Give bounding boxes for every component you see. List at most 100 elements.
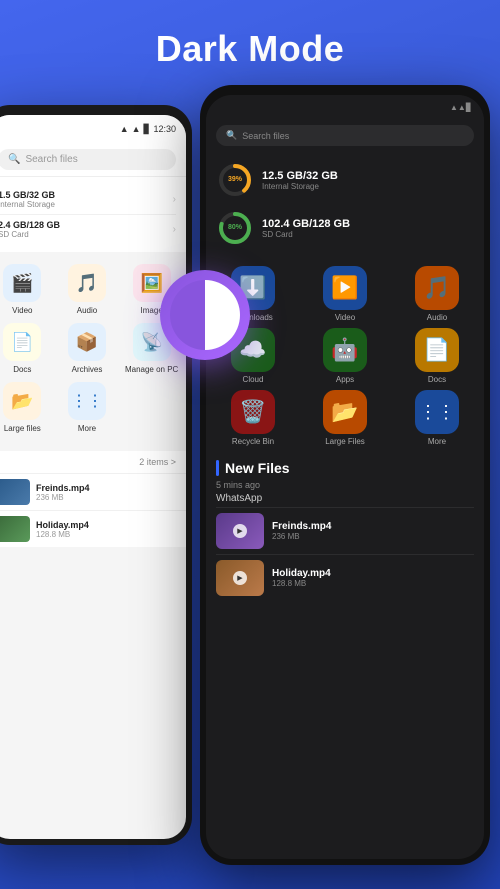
status-icons: ▲ ▲ ▊ 12:30 [120, 124, 176, 135]
left-icon-audio[interactable]: 🎵 Audio [59, 264, 116, 315]
left-storage-internal[interactable]: 1.5 GB/32 GB Internal Storage › [0, 185, 176, 215]
new-files-title: New Files [216, 460, 474, 476]
right-large-icon: 📂 [331, 399, 358, 425]
right-audio-box: 🎵 [415, 266, 459, 310]
svg-text:39%: 39% [228, 176, 243, 183]
left-video-icon: 🎬 [11, 273, 33, 294]
battery-icon: ▊ [144, 124, 151, 135]
left-storage-sd-sub: SD Card [0, 230, 60, 239]
right-status-icons: ▲▲▊ [450, 103, 472, 112]
right-storage-sd[interactable]: 80% 102.4 GB/128 GB SD Card [216, 204, 474, 252]
right-docs-icon: 📄 [423, 337, 450, 363]
whatsapp-group-label: WhatsApp [216, 493, 474, 504]
left-video-label: Video [12, 306, 32, 315]
right-search-bar[interactable]: 🔍 Search files [206, 119, 484, 152]
right-icon-large-files[interactable]: 📂 Large Files [302, 390, 388, 446]
left-filesize-2: 128.8 MB [36, 530, 89, 539]
left-recent-section: 2 items > Freinds.mp4 236 MB Holiday.mp4… [0, 451, 186, 547]
right-video-label: Video [335, 313, 355, 322]
left-docs-icon: 📄 [11, 332, 33, 353]
right-icons-grid: ⬇️ Downloads ▶️ Video 🎵 Audio ☁️ [206, 260, 484, 452]
left-storage-sd-label: 2.4 GB/128 GB [0, 220, 60, 230]
right-icon-docs[interactable]: 📄 Docs [394, 328, 480, 384]
right-icon-apps[interactable]: 🤖 Apps [302, 328, 388, 384]
left-file-item-1[interactable]: Freinds.mp4 236 MB [0, 473, 186, 510]
left-icons-grid: 🎬 Video 🎵 Audio 🖼️ Image 📄 Do [0, 252, 186, 445]
left-archives-icon: 📦 [76, 332, 98, 353]
main-title: Dark Mode [0, 28, 500, 70]
right-donut-internal: 39% [216, 161, 254, 199]
screen-left: ▲ ▲ ▊ 12:30 🔍 Search files 1.5 GB/32 GB … [0, 115, 186, 839]
left-image-icon: 🖼️ [140, 273, 162, 294]
right-recycle-icon: 🗑️ [239, 399, 266, 425]
right-internal-label: 12.5 GB/32 GB [262, 170, 338, 182]
wifi-icon: ▲ [132, 124, 141, 134]
left-search-inner[interactable]: 🔍 Search files [0, 149, 176, 170]
left-icon-archives[interactable]: 📦 Archives [59, 323, 116, 374]
right-storage-internal[interactable]: 39% 12.5 GB/32 GB Internal Storage [216, 156, 474, 204]
right-file-item-2[interactable]: ▶ Holiday.mp4 128.8 MB [216, 554, 474, 601]
right-video-box: ▶️ [323, 266, 367, 310]
left-thumb-2 [0, 516, 30, 542]
right-cloud-label: Cloud [243, 375, 264, 384]
left-status-bar: ▲ ▲ ▊ 12:30 [0, 115, 186, 143]
search-placeholder-left: Search files [25, 154, 77, 165]
right-storage-section: 39% 12.5 GB/32 GB Internal Storage 80% 1… [206, 152, 484, 260]
play-button-2[interactable]: ▶ [233, 571, 247, 585]
left-thumb-1 [0, 479, 30, 505]
left-storage-internal-sub: Internal Storage [0, 200, 55, 209]
signal-icon: ▲ [120, 124, 129, 134]
right-audio-label: Audio [427, 313, 447, 322]
left-archives-icon-box: 📦 [68, 323, 106, 361]
left-large-icon: 📂 [11, 391, 33, 412]
right-search-inner[interactable]: 🔍 Search files [216, 125, 474, 146]
left-recent-header[interactable]: 2 items > [0, 451, 186, 473]
right-icon-more[interactable]: ⋮⋮ More [394, 390, 480, 446]
left-icon-more[interactable]: ⋮⋮ More [59, 382, 116, 433]
left-file-item-2[interactable]: Holiday.mp4 128.8 MB [0, 510, 186, 547]
right-icon-video[interactable]: ▶️ Video [302, 266, 388, 322]
right-filename-1: Freinds.mp4 [272, 521, 331, 532]
right-file-item-1[interactable]: ▶ Freinds.mp4 236 MB [216, 507, 474, 554]
new-files-accent [216, 460, 219, 476]
right-internal-sub: Internal Storage [262, 182, 338, 191]
left-file-info-2: Holiday.mp4 128.8 MB [36, 520, 89, 539]
right-cloud-icon: ☁️ [239, 337, 266, 363]
new-files-section: New Files 5 mins ago WhatsApp ▶ Freinds.… [206, 452, 484, 605]
left-storage-sd[interactable]: 2.4 GB/128 GB SD Card › [0, 215, 176, 244]
play-button-1[interactable]: ▶ [233, 524, 247, 538]
left-archives-label: Archives [72, 365, 103, 374]
right-thumb-1: ▶ [216, 513, 264, 549]
time-display: 12:30 [153, 124, 176, 134]
right-recycle-label: Recycle Bin [232, 437, 274, 446]
left-icon-large-files[interactable]: 📂 Large files [0, 382, 51, 433]
right-file-info-1: Freinds.mp4 236 MB [272, 521, 331, 541]
left-search-bar[interactable]: 🔍 Search files [0, 143, 186, 177]
left-file-info-1: Freinds.mp4 236 MB [36, 483, 90, 502]
theme-orb-inner [170, 280, 240, 350]
left-more-label: More [78, 424, 96, 433]
left-filename-1: Freinds.mp4 [36, 483, 90, 493]
left-icon-docs[interactable]: 📄 Docs [0, 323, 51, 374]
right-docs-label: Docs [428, 375, 446, 384]
right-icon-recycle-bin[interactable]: 🗑️ Recycle Bin [210, 390, 296, 446]
right-file-info-2: Holiday.mp4 128.8 MB [272, 568, 331, 588]
right-more-icon: ⋮⋮ [419, 402, 455, 423]
right-icon-audio[interactable]: 🎵 Audio [394, 266, 480, 322]
right-status-bar: ▲▲▊ [206, 95, 484, 119]
left-filename-2: Holiday.mp4 [36, 520, 89, 530]
left-audio-icon: 🎵 [76, 273, 98, 294]
right-apps-box: 🤖 [323, 328, 367, 372]
chevron-right-icon-2: › [173, 224, 176, 235]
right-storage-internal-info: 12.5 GB/32 GB Internal Storage [262, 170, 338, 191]
left-icon-video[interactable]: 🎬 Video [0, 264, 51, 315]
right-apps-label: Apps [336, 375, 354, 384]
right-filesize-1: 236 MB [272, 532, 331, 541]
left-docs-label: Docs [13, 365, 31, 374]
right-video-icon: ▶️ [331, 275, 358, 301]
left-recent-count: 2 items > [139, 457, 176, 467]
left-storage-internal-label: 1.5 GB/32 GB [0, 190, 55, 200]
theme-toggle-orb[interactable] [160, 270, 250, 360]
left-more-icon-box: ⋮⋮ [68, 382, 106, 420]
left-more-icon: ⋮⋮ [71, 391, 103, 411]
